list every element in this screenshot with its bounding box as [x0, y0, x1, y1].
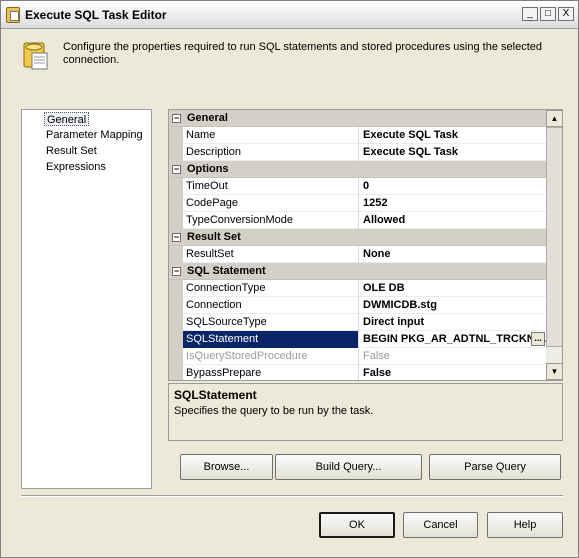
- property-row-typeconversionmode[interactable]: TypeConversionMode Allowed: [169, 212, 546, 229]
- ok-button[interactable]: OK: [319, 512, 395, 538]
- title-bar[interactable]: Execute SQL Task Editor _ □ X: [1, 1, 578, 29]
- vertical-scrollbar[interactable]: ▲ ▼: [546, 110, 562, 380]
- property-value[interactable]: False: [360, 365, 546, 380]
- property-row-codepage[interactable]: CodePage 1252: [169, 195, 546, 212]
- property-name: Description: [183, 144, 359, 161]
- collapse-icon[interactable]: −: [172, 165, 181, 174]
- property-value[interactable]: None: [360, 246, 546, 263]
- nav-item-general[interactable]: General: [44, 112, 90, 126]
- page-navigation-list: General Parameter Mapping Result Set Exp…: [21, 109, 152, 489]
- category-general[interactable]: − General: [169, 110, 546, 127]
- footer-divider: [21, 495, 563, 497]
- property-row-sqlstatement[interactable]: SQLStatement BEGIN PKG_AR_ADTNL_TRCKNG. …: [169, 331, 546, 348]
- property-name: ResultSet: [183, 246, 359, 263]
- property-value[interactable]: BEGIN PKG_AR_ADTNL_TRCKNG. ...: [360, 331, 546, 348]
- ellipsis-button[interactable]: ...: [531, 332, 545, 346]
- browse-button[interactable]: Browse...: [180, 454, 273, 480]
- nav-item-expressions[interactable]: Expressions: [44, 160, 108, 174]
- property-value[interactable]: 1252: [360, 195, 546, 212]
- minimize-button[interactable]: _: [522, 7, 538, 21]
- help-button[interactable]: Help: [487, 512, 563, 538]
- property-name: TypeConversionMode: [183, 212, 359, 229]
- property-name: TimeOut: [183, 178, 359, 195]
- property-value[interactable]: Execute SQL Task: [360, 144, 546, 161]
- collapse-icon[interactable]: −: [172, 267, 181, 276]
- database-task-icon: [23, 42, 48, 70]
- cancel-button[interactable]: Cancel: [403, 512, 478, 538]
- property-row-resultset[interactable]: ResultSet None: [169, 246, 546, 263]
- category-title: Result Set: [187, 231, 241, 243]
- property-value[interactable]: 0: [360, 178, 546, 195]
- property-grid: − General Name Execute SQL Task Descript…: [168, 109, 563, 381]
- property-description-panel: SQLStatement Specifies the query to be r…: [168, 383, 563, 441]
- maximize-button[interactable]: □: [540, 7, 556, 21]
- build-query-button[interactable]: Build Query...: [275, 454, 422, 480]
- collapse-icon[interactable]: −: [172, 114, 181, 123]
- property-row-connectiontype[interactable]: ConnectionType OLE DB: [169, 280, 546, 297]
- header-description: Configure the properties required to run…: [63, 41, 542, 66]
- category-options[interactable]: − Options: [169, 161, 546, 178]
- property-row-connection[interactable]: Connection DWMICDB.stg: [169, 297, 546, 314]
- property-name: SQLSourceType: [183, 314, 359, 331]
- sqlstatement-value[interactable]: BEGIN PKG_AR_ADTNL_TRCKNG.: [363, 333, 546, 345]
- property-value[interactable]: DWMICDB.stg: [360, 297, 546, 314]
- property-row-bypassprepare[interactable]: BypassPrepare False: [169, 365, 546, 380]
- property-value[interactable]: OLE DB: [360, 280, 546, 297]
- category-sql-statement[interactable]: − SQL Statement: [169, 263, 546, 280]
- task-editor-icon: [6, 7, 20, 23]
- collapse-icon[interactable]: −: [172, 233, 181, 242]
- close-button[interactable]: X: [558, 7, 574, 21]
- scroll-down-icon[interactable]: ▼: [546, 363, 562, 380]
- property-name: IsQueryStoredProcedure: [183, 348, 359, 365]
- description-text: Specifies the query to be run by the tas…: [174, 405, 374, 417]
- scroll-thumb[interactable]: [546, 127, 562, 347]
- property-row-description[interactable]: Description Execute SQL Task: [169, 144, 546, 161]
- property-row-isquerystoredprocedure[interactable]: IsQueryStoredProcedure False: [169, 348, 546, 365]
- property-name: Connection: [183, 297, 359, 314]
- property-row-name[interactable]: Name Execute SQL Task: [169, 127, 546, 144]
- property-name: SQLStatement: [183, 331, 359, 348]
- property-value[interactable]: Direct input: [360, 314, 546, 331]
- category-title: SQL Statement: [187, 265, 266, 277]
- property-row-sqlsourcetype[interactable]: SQLSourceType Direct input: [169, 314, 546, 331]
- property-row-timeout[interactable]: TimeOut 0: [169, 178, 546, 195]
- execute-sql-task-editor-window: Execute SQL Task Editor _ □ X Configure …: [0, 0, 579, 558]
- nav-item-result-set[interactable]: Result Set: [44, 144, 99, 158]
- property-name: ConnectionType: [183, 280, 359, 297]
- category-title: Options: [187, 163, 229, 175]
- window-title: Execute SQL Task Editor: [25, 8, 167, 22]
- nav-item-parameter-mapping[interactable]: Parameter Mapping: [44, 128, 145, 142]
- property-value[interactable]: Allowed: [360, 212, 546, 229]
- property-name: Name: [183, 127, 359, 144]
- description-title: SQLStatement: [174, 388, 257, 402]
- property-value: False: [363, 350, 390, 362]
- scroll-up-icon[interactable]: ▲: [546, 110, 562, 127]
- property-name: CodePage: [183, 195, 359, 212]
- category-title: General: [187, 112, 228, 124]
- parse-query-button[interactable]: Parse Query: [429, 454, 561, 480]
- property-value[interactable]: Execute SQL Task: [360, 127, 546, 144]
- property-name: BypassPrepare: [183, 365, 359, 380]
- category-result-set[interactable]: − Result Set: [169, 229, 546, 246]
